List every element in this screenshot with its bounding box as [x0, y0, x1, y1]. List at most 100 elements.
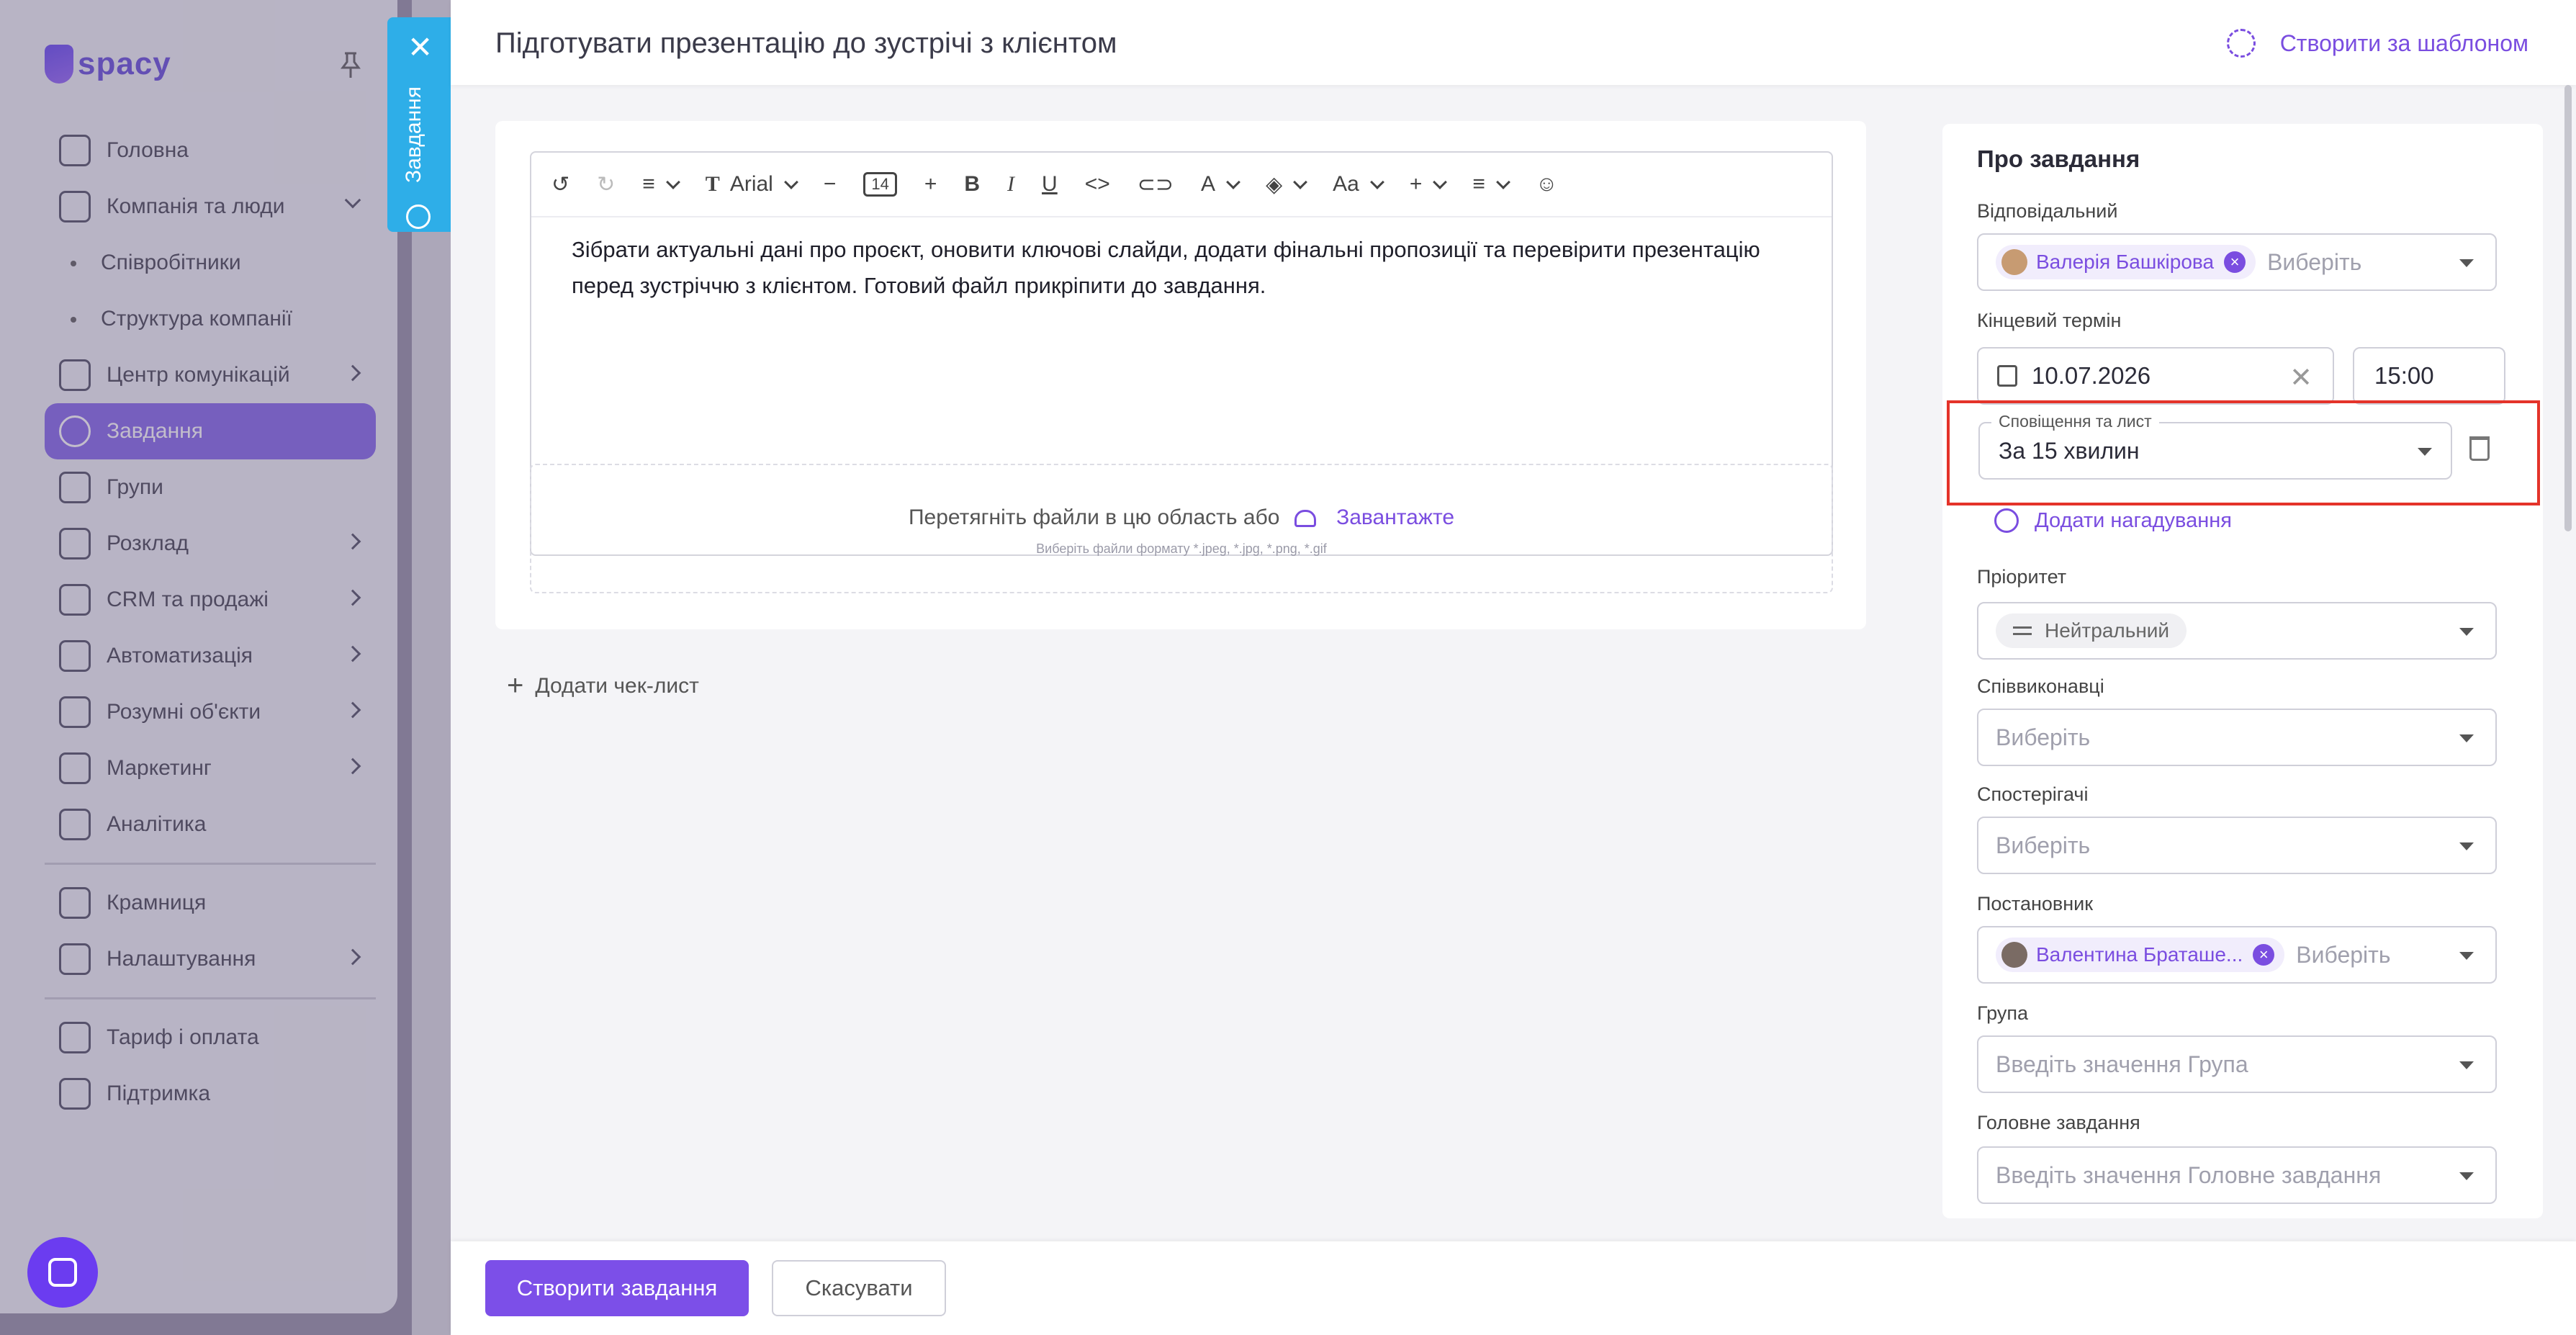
- observers-label: Спостерігачі: [1977, 783, 2089, 805]
- chevron-down-icon: [1495, 175, 1510, 189]
- avatar: [2001, 249, 2027, 275]
- code-icon[interactable]: <>: [1085, 172, 1110, 197]
- template-label: Створити за шаблоном: [2279, 30, 2528, 56]
- avatar: [2001, 942, 2027, 968]
- dropdown-caret-icon: [2459, 1061, 2474, 1069]
- support-chat-button[interactable]: [27, 1237, 98, 1308]
- upload-link[interactable]: Завантажте: [1336, 505, 1454, 529]
- font-size-decrease-icon[interactable]: −: [824, 172, 837, 197]
- dropdown-caret-icon: [2459, 952, 2474, 960]
- scrollbar[interactable]: [2564, 85, 2572, 531]
- highlight-color-dropdown[interactable]: ◈: [1266, 172, 1308, 197]
- coexecutors-placeholder: Виберіть: [1996, 724, 2091, 750]
- add-reminder-button[interactable]: Додати нагадування: [1994, 508, 2232, 533]
- cancel-button[interactable]: Скасувати: [772, 1260, 946, 1316]
- author-label: Постановник: [1977, 893, 2094, 914]
- italic-icon[interactable]: I: [1007, 172, 1014, 197]
- panel-header: Підготувати презентацію до зустрічі з кл…: [451, 0, 2576, 85]
- assignee-name: Валерія Башкірова: [2036, 251, 2215, 273]
- font-name: Arial: [729, 172, 773, 196]
- group-select[interactable]: Введіть значення Група: [1977, 1035, 2497, 1093]
- dropdown-caret-icon: [2459, 259, 2474, 267]
- dropdown-caret-icon: [2459, 1172, 2474, 1180]
- author-chip: Валентина Браташе... ×: [1996, 938, 2285, 972]
- task-details-card: Про завдання Відповідальний Валерія Башк…: [1942, 124, 2543, 1218]
- trash-icon[interactable]: [2469, 436, 2490, 461]
- description-card: ↺ ↻ ≡ T Arial − 14 + B I U <> ⊂⊃ A ◈ Aa +…: [495, 121, 1866, 629]
- plus-icon: +: [507, 670, 524, 701]
- panel-footer: Створити завдання Скасувати: [451, 1241, 2576, 1335]
- text-color-dropdown[interactable]: A: [1201, 172, 1240, 197]
- chevron-down-icon: [1433, 175, 1448, 189]
- text-case-dropdown[interactable]: Aa: [1333, 172, 1384, 197]
- insert-dropdown[interactable]: +: [1410, 172, 1448, 197]
- author-select[interactable]: Валентина Браташе... × Виберіть: [1977, 926, 2497, 984]
- page-title[interactable]: Підготувати презентацію до зустрічі з кл…: [495, 27, 1117, 60]
- priority-chip: Нейтральний: [1996, 613, 2187, 648]
- section-title: Про завдання: [1977, 145, 2140, 172]
- template-icon: [2226, 29, 2256, 58]
- side-tab-label: Завдання: [402, 86, 425, 183]
- underline-icon[interactable]: U: [1042, 172, 1058, 197]
- priority-value: Нейтральний: [2045, 619, 2170, 642]
- bold-icon[interactable]: B: [964, 172, 980, 197]
- deadline-time-field[interactable]: 15:00: [2353, 347, 2505, 405]
- paragraph-format-dropdown[interactable]: ≡: [642, 172, 680, 197]
- redo-icon[interactable]: ↻: [597, 172, 615, 197]
- add-reminder-label: Додати нагадування: [2035, 508, 2232, 532]
- chat-icon: [48, 1258, 77, 1287]
- font-family-dropdown[interactable]: T Arial: [705, 172, 798, 197]
- responsible-placeholder: Виберіть: [2267, 248, 2362, 275]
- dropdown-caret-icon: [2459, 842, 2474, 850]
- priority-label: Пріоритет: [1977, 566, 2067, 588]
- upload-icon[interactable]: [1294, 510, 1316, 527]
- add-checklist-button[interactable]: + Додати чек-лист: [507, 670, 699, 702]
- align-dropdown[interactable]: ≡: [1472, 172, 1510, 197]
- create-from-template-button[interactable]: Створити за шаблоном: [2226, 29, 2528, 58]
- coexecutors-select[interactable]: Виберіть: [1977, 709, 2497, 766]
- chevron-down-icon: [665, 175, 680, 189]
- calendar-icon: [1997, 365, 2017, 387]
- description-text[interactable]: Зібрати актуальні дані про проєкт, онови…: [531, 217, 1832, 318]
- add-checklist-label: Додати чек-лист: [535, 673, 699, 698]
- coexecutors-label: Співвиконавці: [1977, 675, 2104, 697]
- chevron-down-icon: [1226, 175, 1240, 189]
- parent-task-select[interactable]: Введіть значення Головне завдання: [1977, 1146, 2497, 1204]
- observers-select[interactable]: Виберіть: [1977, 817, 2497, 874]
- deadline-time: 15:00: [2374, 362, 2434, 389]
- dropdown-caret-icon: [2418, 448, 2432, 456]
- check-circle-icon: [406, 204, 431, 229]
- notification-value: За 15 хвилин: [1999, 437, 2140, 464]
- task-create-panel: Підготувати презентацію до зустрічі з кл…: [451, 0, 2576, 1335]
- dropzone-text: Перетягніть файли в цю область або: [908, 505, 1280, 529]
- undo-icon[interactable]: ↺: [551, 172, 569, 197]
- alarm-plus-icon: [1994, 508, 2019, 533]
- deadline-date-field[interactable]: 10.07.2026 ✕: [1977, 347, 2334, 405]
- overlay[interactable]: [0, 0, 454, 1335]
- font-size-increase-icon[interactable]: +: [924, 172, 937, 197]
- dropzone-text-row: Перетягніть файли в цю область або Заван…: [531, 505, 1832, 530]
- assignee-chip: Валерія Башкірова ×: [1996, 245, 2256, 279]
- dropdown-caret-icon: [2459, 734, 2474, 742]
- remove-chip-icon[interactable]: ×: [2224, 251, 2246, 273]
- observers-placeholder: Виберіть: [1996, 832, 2091, 858]
- notification-legend: Сповіщення та лист: [1991, 412, 2159, 431]
- file-dropzone[interactable]: Перетягніть файли в цю область або Заван…: [530, 464, 1833, 593]
- priority-select[interactable]: Нейтральний: [1977, 602, 2497, 660]
- tasks-side-tab[interactable]: ✕ Завдання: [387, 17, 451, 232]
- text-icon: T: [705, 172, 720, 196]
- author-name: Валентина Браташе...: [2036, 943, 2243, 966]
- chevron-down-icon: [1293, 175, 1308, 189]
- responsible-select[interactable]: Валерія Башкірова × Виберіть: [1977, 233, 2497, 291]
- notification-select[interactable]: Сповіщення та лист За 15 хвилин: [1978, 412, 2452, 480]
- clear-icon[interactable]: ✕: [2289, 361, 2312, 394]
- font-size-field[interactable]: 14: [863, 172, 897, 197]
- author-placeholder: Виберіть: [2296, 941, 2391, 968]
- close-icon[interactable]: ✕: [407, 32, 433, 63]
- emoji-icon[interactable]: ☺: [1536, 172, 1558, 197]
- editor-toolbar: ↺ ↻ ≡ T Arial − 14 + B I U <> ⊂⊃ A ◈ Aa +…: [531, 153, 1832, 217]
- chevron-down-icon: [783, 175, 798, 189]
- create-task-button[interactable]: Створити завдання: [485, 1260, 749, 1316]
- link-icon[interactable]: ⊂⊃: [1138, 172, 1174, 197]
- remove-chip-icon[interactable]: ×: [2253, 944, 2275, 966]
